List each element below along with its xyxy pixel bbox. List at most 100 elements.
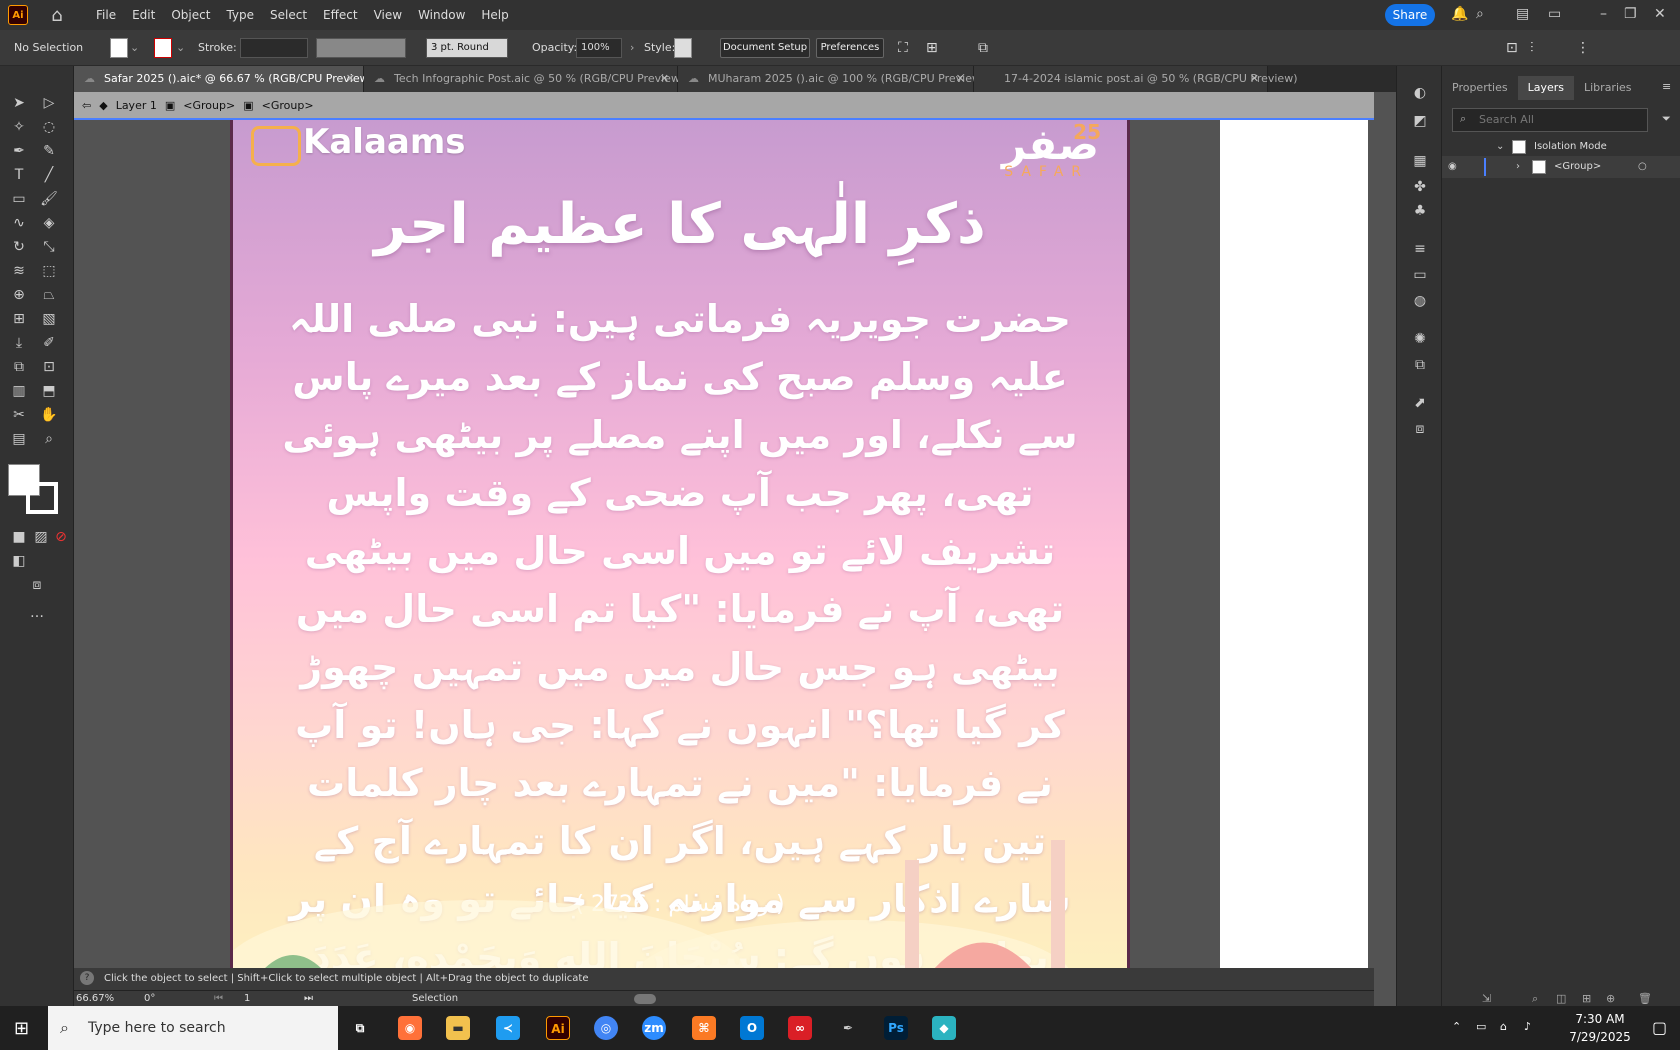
gradient-icon[interactable]: ▧ [38,308,60,330]
search-icon[interactable]: ⌕ [1476,6,1484,22]
tab-properties[interactable]: Properties [1442,76,1518,100]
bell-icon[interactable]: 🔔 [1451,6,1468,22]
menu-file[interactable]: File [88,0,124,30]
menu-type[interactable]: Type [218,0,262,30]
next-artboard-icon[interactable]: ⏭ [304,991,313,1007]
symbols-icon[interactable]: ♣ [1409,200,1431,222]
chevron-down-icon[interactable]: ⌄ [176,38,185,58]
eye-icon[interactable]: ◉ [1448,156,1457,178]
stroke-weight-field[interactable] [240,38,308,58]
rotate-icon[interactable]: ↻ [8,236,30,258]
chrome-icon[interactable]: ◎ [594,1016,618,1040]
eyedropper-icon[interactable]: ⤓ [8,332,30,354]
gradient-panel-icon[interactable]: ▭ [1409,264,1431,286]
chevron-right-icon[interactable]: › [1516,156,1520,178]
pen-app-icon[interactable]: ✒ [836,1016,860,1040]
screen-mode-icon[interactable]: ⧈ [26,574,48,596]
scale-icon[interactable]: ⤡ [38,236,60,258]
help-icon[interactable]: ? [80,971,94,985]
back-arrow-icon[interactable]: ⇦ [82,99,91,112]
adjacent-artboard[interactable] [1220,120,1368,968]
zoom-icon[interactable]: ⌕ [38,428,60,450]
measure-icon[interactable]: ✐ [38,332,60,354]
taskbar-clock[interactable]: 7:30 AM 7/29/2025 [1560,1010,1640,1046]
app-icon[interactable]: ◆ [932,1016,956,1040]
task-view-icon[interactable]: ⧉ [348,1016,372,1040]
menu-window[interactable]: Window [410,0,473,30]
stroke-swatch[interactable] [154,38,172,58]
tray-chevron-icon[interactable]: ⌃ [1452,1020,1461,1033]
zoom-select[interactable]: 66.67% [76,991,114,1007]
magic-wand-icon[interactable]: ✧ [8,116,30,138]
print-tiling-icon[interactable]: ▤ [8,428,30,450]
brush-select[interactable]: 3 pt. Round [426,38,508,58]
mesh-icon[interactable]: ⊞ [8,308,30,330]
zoom-app-icon[interactable]: zm [642,1016,666,1040]
volume-icon[interactable]: ♪ [1524,1020,1531,1033]
lasso-icon[interactable]: ◌ [38,116,60,138]
close-tab-icon[interactable]: ✕ [346,66,355,92]
rectangle-tool-icon[interactable]: ▭ [8,188,30,210]
layer-row-isolation[interactable]: ⌄ Isolation Mode [1442,136,1680,158]
artboard-number[interactable]: 1 [244,991,250,1007]
variable-width-select[interactable] [316,38,406,58]
artboard[interactable]: Kalaams صفر 25 SAFAR ذکرِ الٰہی کا عظیم … [230,120,1130,968]
chevron-down-icon[interactable]: ⌄ [1496,136,1504,158]
color-guide-icon[interactable]: ✺ [1409,328,1431,350]
blend-icon[interactable]: ⧉ [8,356,30,378]
chevron-right-icon[interactable]: › [630,38,634,58]
tab-libraries[interactable]: Libraries [1574,76,1642,100]
menu-view[interactable]: View [366,0,410,30]
close-tab-icon[interactable]: ✕ [1250,66,1259,92]
artboard-icon[interactable]: ⬒ [38,380,60,402]
file-explorer-icon[interactable]: ▬ [446,1016,470,1040]
firefox-icon[interactable]: ◉ [398,1016,422,1040]
export-icon[interactable]: ⬈ [1409,392,1431,414]
menu-object[interactable]: Object [163,0,218,30]
opacity-field[interactable]: 100% [576,38,622,58]
collect-export-icon[interactable]: ⇲ [1482,992,1491,1005]
tab-layers[interactable]: Layers [1517,76,1574,100]
panel-menu-icon[interactable]: ≡ [1662,80,1671,93]
target-icon[interactable]: ○ [1638,156,1647,178]
tab-islamic-post[interactable]: 17-4-2024 islamic post.ai @ 50 % (RGB/CP… [974,66,1298,92]
selection-tool-icon[interactable]: ➤ [8,92,30,114]
pen-tool-icon[interactable]: ✒ [8,140,30,162]
workspace-icon[interactable]: ▤ [1516,6,1529,22]
transform-icon[interactable]: ⛶ [898,38,908,58]
new-layer-icon[interactable]: ⊕ [1606,992,1615,1005]
photoshop-icon[interactable]: Ps [884,1016,908,1040]
type-tool-icon[interactable]: T [8,164,30,186]
first-artboard-icon[interactable]: ⏮ [214,991,223,1007]
paintbrush-icon[interactable]: 🖌 [38,188,60,210]
artboards-panel-icon[interactable]: ⧈ [1409,418,1431,440]
brushes-icon[interactable]: ✤ [1409,176,1431,198]
tab-safar-2025[interactable]: ☁ Safar 2025 ().aic* @ 66.67 % (RGB/CPU P… [74,66,373,92]
outlook-icon[interactable]: O [740,1016,764,1040]
illustrator-taskbar-icon[interactable]: Ai [546,1016,570,1040]
filter-icon[interactable]: ⏷ [1662,112,1671,126]
windows-start-icon[interactable]: ⊞ [14,1018,29,1039]
stroke-panel-icon[interactable]: ≡ [1409,238,1431,260]
clipping-mask-icon[interactable]: ◫ [1556,992,1566,1005]
color-mode-icon[interactable]: ■ [8,526,30,548]
notifications-icon[interactable]: ▢ [1652,1018,1667,1037]
trash-icon[interactable]: 🗑 [1638,992,1652,1005]
column-graph-icon[interactable]: ▥ [8,380,30,402]
discover-icon[interactable]: ⫶ [1530,38,1534,58]
isolate-icon[interactable]: ⧉ [978,38,988,58]
tab-tech-infographic[interactable]: ☁ Tech Infographic Post.aic @ 50 % (RGB/C… [364,66,684,92]
vscode-icon[interactable]: ≺ [496,1016,520,1040]
draw-normal-icon[interactable]: ◧ [8,550,30,572]
creative-cloud-icon[interactable]: ∞ [788,1016,812,1040]
eraser-icon[interactable]: ◈ [38,212,60,234]
close-icon[interactable]: ✕ [1654,6,1666,22]
close-tab-icon[interactable]: ✕ [956,66,965,92]
restore-icon[interactable]: ❐ [1624,6,1637,22]
rotate-select[interactable]: 0° [144,991,155,1007]
taskbar-search-input[interactable]: Type here to search [48,1006,338,1050]
close-tab-icon[interactable]: ✕ [660,66,669,92]
document-setup-button[interactable]: Document Setup [720,38,810,58]
horizontal-scrollbar[interactable] [634,994,656,1004]
fill-swatch[interactable] [110,38,128,58]
